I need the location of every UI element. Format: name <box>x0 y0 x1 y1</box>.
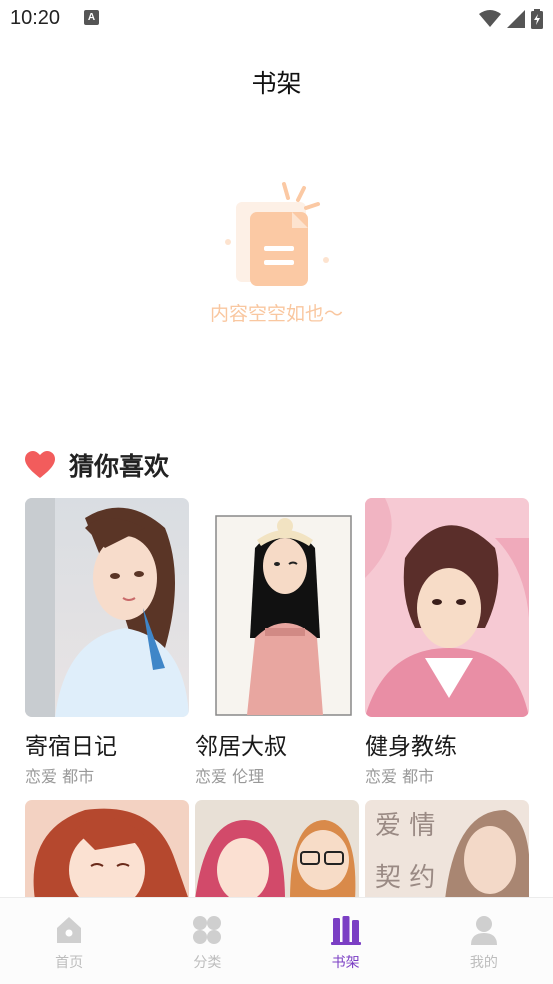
cover-title-art: 爱 情 <box>375 811 435 841</box>
recommend-title: 猜你喜欢 <box>69 452 170 481</box>
home-icon <box>57 917 82 943</box>
book-title[interactable]: 寄宿日记 <box>25 727 189 761</box>
book-cover[interactable]: 爱 情 契 约 <box>365 800 529 900</box>
status-bar: 10:20 A <box>0 0 553 38</box>
cover-title-art-2: 契 约 <box>375 863 435 893</box>
book-tags: 恋爱 都市 <box>365 767 435 786</box>
book-title[interactable]: 邻居大叔 <box>195 727 359 761</box>
nav-bookshelf[interactable]: 书架 <box>277 898 415 984</box>
profile-icon <box>470 916 497 945</box>
page-title: 书架 <box>251 69 302 98</box>
nav-label-profile: 我的 <box>469 955 498 971</box>
nav-home[interactable]: 首页 <box>0 898 138 984</box>
book-card[interactable]: 健身教练 恋爱 都市 <box>365 498 529 787</box>
bottom-navigation: 首页 分类 书架 我的 <box>0 897 553 984</box>
book-tags: 恋爱 伦理 <box>195 767 265 786</box>
bookshelf-icon <box>330 916 361 945</box>
battery-icon <box>531 9 543 29</box>
recommend-header: 猜你喜欢 <box>25 448 169 482</box>
empty-document-icon <box>225 182 329 286</box>
status-time: 10:20 <box>10 7 61 29</box>
nav-profile[interactable]: 我的 <box>415 898 553 984</box>
heart-icon <box>25 451 55 478</box>
book-title[interactable]: 健身教练 <box>365 727 529 761</box>
book-cover[interactable] <box>25 800 189 900</box>
book-cover[interactable] <box>25 498 189 717</box>
book-cover[interactable] <box>365 498 529 717</box>
book-cover[interactable] <box>195 800 359 900</box>
wifi-icon <box>479 10 501 27</box>
book-card[interactable]: 寄宿日记 恋爱 都市 <box>25 498 189 787</box>
nav-category[interactable]: 分类 <box>138 898 276 984</box>
empty-state-message: 内容空空如也～ <box>209 303 343 325</box>
category-icon <box>193 916 222 944</box>
nav-label-bookshelf: 书架 <box>331 955 360 971</box>
book-cover[interactable] <box>195 498 359 717</box>
system-icons <box>479 8 543 30</box>
notification-icon: A <box>84 10 99 25</box>
nav-label-category: 分类 <box>193 955 222 971</box>
nav-label-home: 首页 <box>55 955 84 971</box>
signal-icon <box>507 10 525 28</box>
book-tags: 恋爱 都市 <box>25 767 95 786</box>
book-card[interactable]: 邻居大叔 恋爱 伦理 <box>195 498 359 787</box>
